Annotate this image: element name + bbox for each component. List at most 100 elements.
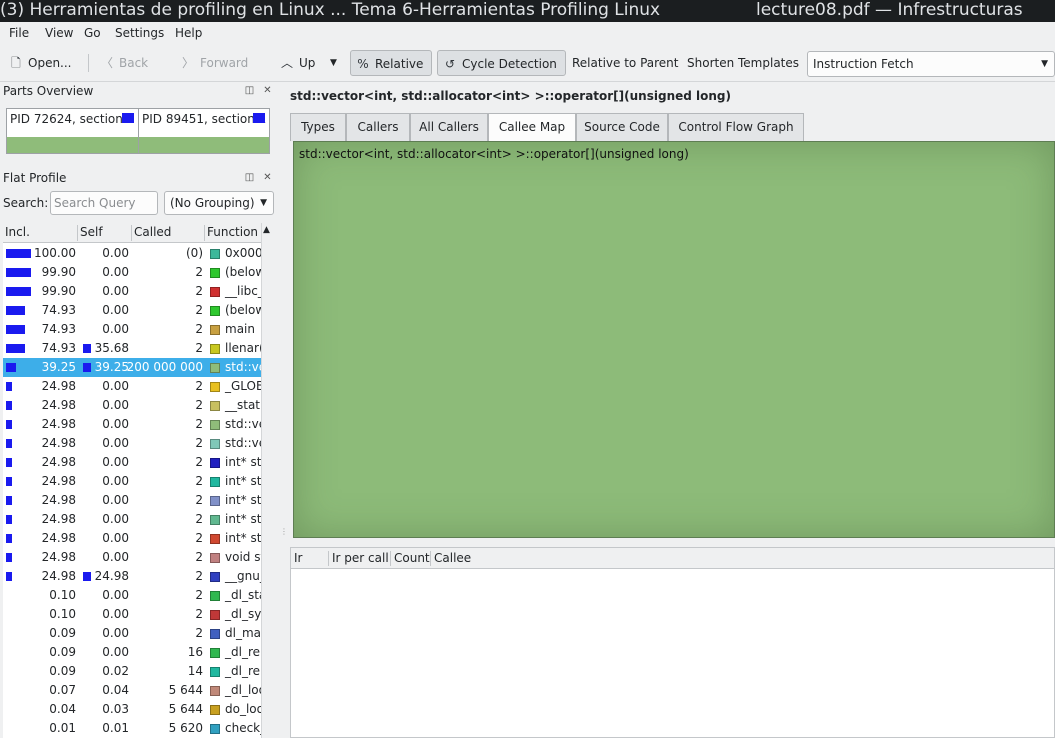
function-name: __libc_: [225, 284, 261, 298]
tab-source-code[interactable]: Source Code: [576, 113, 668, 141]
function-name: _dl_sta: [225, 588, 261, 602]
table-row[interactable]: 24.98 0.00 2 int* st: [3, 472, 261, 491]
cycle-detection-toggle[interactable]: ↺ Cycle Detection: [437, 50, 566, 76]
relative-toggle[interactable]: % Relative: [350, 50, 433, 76]
menu-view[interactable]: View: [45, 26, 73, 40]
table-row[interactable]: 24.98 0.00 2 void st: [3, 548, 261, 567]
search-input[interactable]: Search Query: [50, 191, 158, 215]
function-color-swatch: [210, 534, 220, 544]
self-cost-bar: [83, 363, 91, 372]
table-row[interactable]: 24.98 0.00 2 std::ve: [3, 415, 261, 434]
call-count: 14: [187, 664, 203, 678]
table-row[interactable]: 24.98 24.98 2 __gnu_: [3, 567, 261, 586]
function-name: do_loo: [225, 702, 261, 716]
column-header-ir-per-call[interactable]: Ir per call: [329, 551, 391, 566]
column-header-count[interactable]: Count: [391, 551, 431, 566]
table-row[interactable]: 24.98 0.00 2 int* st: [3, 529, 261, 548]
callee-map[interactable]: std::vector<int, std::allocator<int> >::…: [293, 141, 1055, 538]
self-cost: 0.00: [102, 493, 129, 507]
table-row[interactable]: 24.98 0.00 2 _GLOB: [3, 377, 261, 396]
tab-control-flow-graph[interactable]: Control Flow Graph: [668, 113, 804, 141]
table-row[interactable]: 24.98 0.00 2 int* st: [3, 453, 261, 472]
column-header-called[interactable]: Called: [132, 225, 205, 241]
table-row[interactable]: 74.93 0.00 2 main: [3, 320, 261, 339]
inclusive-cost-bar: [6, 325, 25, 334]
function-name: llenar(: [225, 341, 261, 355]
function-color-swatch: [210, 610, 220, 620]
inclusive-cost: 24.98: [41, 398, 76, 412]
chevron-left-icon: 〈: [100, 56, 113, 70]
table-row[interactable]: 24.98 0.00 2 int* st: [3, 510, 261, 529]
table-row[interactable]: 0.10 0.00 2 _dl_sta: [3, 586, 261, 605]
table-row[interactable]: 0.01 0.01 5 620 check_: [3, 719, 261, 738]
function-color-swatch: [210, 439, 220, 449]
float-panel-icon[interactable]: ◫: [244, 86, 255, 97]
self-cost: 0.00: [102, 398, 129, 412]
float-panel-icon[interactable]: ◫: [244, 173, 255, 184]
inclusive-cost: 0.01: [49, 721, 76, 735]
menu-settings[interactable]: Settings: [115, 26, 164, 40]
call-count: 2: [195, 379, 203, 393]
table-row[interactable]: 100.00 0.00 (0) 0x0000: [3, 244, 261, 263]
table-row[interactable]: 99.90 0.00 2 (below: [3, 263, 261, 282]
tab-callers[interactable]: Callers: [346, 113, 410, 141]
table-row[interactable]: 24.98 0.00 2 __stati: [3, 396, 261, 415]
table-row[interactable]: 0.09 0.00 2 dl_mai: [3, 624, 261, 643]
table-row[interactable]: 24.98 0.00 2 int* st: [3, 491, 261, 510]
forward-button[interactable]: 〉 Forward: [180, 50, 248, 76]
column-header-callee[interactable]: Callee: [431, 551, 1055, 566]
part-item[interactable]: PID 89451, section 1: [139, 109, 269, 153]
tab-all-callers[interactable]: All Callers: [410, 113, 488, 141]
tab-callee-map[interactable]: Callee Map: [488, 113, 576, 142]
table-header: Ir Ir per call Count Callee: [291, 548, 1054, 569]
self-cost-bar: [83, 344, 91, 353]
column-header-self[interactable]: Self: [78, 225, 132, 241]
column-header-function[interactable]: Function: [205, 225, 261, 241]
function-name: _dl_loo: [225, 683, 261, 697]
relative-to-parent-toggle[interactable]: Relative to Parent: [572, 50, 678, 76]
shorten-templates-toggle[interactable]: Shorten Templates: [687, 50, 799, 76]
inclusive-cost: 0.09: [49, 626, 76, 640]
inclusive-cost: 24.98: [41, 436, 76, 450]
table-row[interactable]: 39.2539.25200 000 000std::ve: [3, 358, 261, 377]
table-row[interactable]: 0.09 0.00 16 _dl_rel: [3, 643, 261, 662]
up-button[interactable]: ︿ Up: [279, 50, 315, 76]
call-count: 2: [195, 474, 203, 488]
table-row[interactable]: 74.93 35.68 2 llenar(: [3, 339, 261, 358]
flat-profile-scrollbar[interactable]: ▲: [261, 223, 273, 738]
table-row[interactable]: 74.93 0.00 2 (below: [3, 301, 261, 320]
back-button[interactable]: 〈 Back: [99, 50, 148, 76]
function-name: main: [225, 322, 255, 336]
self-cost: 0.00: [102, 474, 129, 488]
event-type-select[interactable]: Instruction Fetch ▼: [807, 51, 1055, 77]
menu-go[interactable]: Go: [84, 26, 101, 40]
scroll-up-arrow-icon[interactable]: ▲: [263, 225, 270, 235]
table-row[interactable]: 0.09 0.02 14 _dl_rel: [3, 662, 261, 681]
function-color-swatch: [210, 686, 220, 696]
menu-help[interactable]: Help: [175, 26, 202, 40]
table-row[interactable]: 99.90 0.00 2 __libc_: [3, 282, 261, 301]
table-row[interactable]: 0.10 0.00 2 _dl_sys: [3, 605, 261, 624]
toolbar-separator: [88, 54, 89, 72]
table-row[interactable]: 0.04 0.03 5 644 do_loo: [3, 700, 261, 719]
call-count: 5 620: [168, 721, 203, 735]
up-dropdown-arrow-icon[interactable]: ▼: [330, 50, 337, 76]
close-icon[interactable]: ✕: [262, 86, 273, 97]
close-icon[interactable]: ✕: [262, 173, 273, 184]
function-color-swatch: [210, 363, 220, 373]
column-header-ir[interactable]: Ir: [291, 551, 329, 566]
splitter-handle[interactable]: ⋮: [280, 527, 288, 536]
menu-file[interactable]: File: [9, 26, 29, 40]
table-row[interactable]: 0.07 0.04 5 644 _dl_loo: [3, 681, 261, 700]
part-item[interactable]: PID 72624, section 1: [7, 109, 139, 153]
inclusive-cost: 24.98: [41, 569, 76, 583]
function-color-swatch: [210, 515, 220, 525]
column-header-incl[interactable]: Incl.: [3, 225, 78, 241]
search-label: Search:: [3, 196, 49, 210]
function-name: std::ve: [225, 417, 261, 431]
flat-profile-table: Incl. Self Called Function 100.00 0.00 (0)…: [3, 223, 261, 738]
tab-types[interactable]: Types: [290, 113, 346, 141]
table-row[interactable]: 24.98 0.00 2 std::ve: [3, 434, 261, 453]
open-button[interactable]: 🗋 Open...: [8, 50, 71, 76]
grouping-select[interactable]: (No Grouping) ▼: [164, 191, 274, 215]
